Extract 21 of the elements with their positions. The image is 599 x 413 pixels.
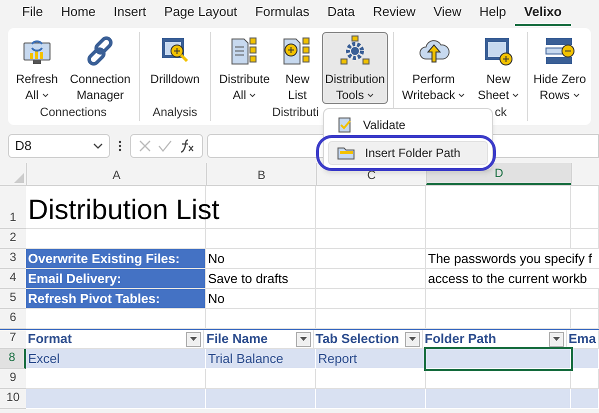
cell-text: Excel <box>28 350 60 368</box>
group-label: Analysis <box>152 105 198 121</box>
cell-text: Refresh Pivot Tables: <box>28 290 160 308</box>
group-label: ck <box>494 105 507 121</box>
column-heading: Ema <box>568 330 596 348</box>
cell-text: access to the current workb <box>428 270 587 288</box>
group-label: Connections <box>40 105 107 121</box>
cell-text: The passwords you specify f <box>428 250 592 268</box>
group-label: Distributi <box>272 105 319 121</box>
cell-text: Trial Balance <box>208 350 284 368</box>
cell-text: Overwrite Existing Files: <box>28 250 180 268</box>
cell-text: No <box>208 250 225 268</box>
cell-text: Report <box>318 350 358 368</box>
column-heading: Tab Selection <box>316 330 400 348</box>
column-heading: File Name <box>206 330 268 348</box>
cell-text: Save to drafts <box>208 270 288 288</box>
column-heading: Format <box>28 330 72 348</box>
cell-text: Email Delivery: <box>28 270 122 288</box>
column-heading: Folder Path <box>424 330 496 348</box>
sheet-title: Distribution List <box>28 196 220 224</box>
cell-text: No <box>208 290 225 308</box>
